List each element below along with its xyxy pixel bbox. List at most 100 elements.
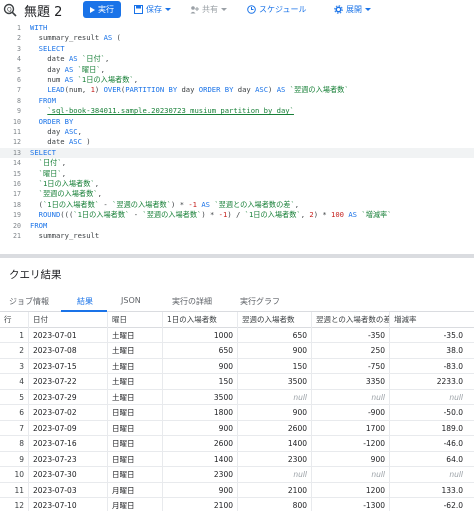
- code-line[interactable]: 18 (`1日の入場者数` - `翌週の入場者数`) * -1 AS `翌週との…: [0, 200, 474, 210]
- code-text: `1日の入場者数`,: [38, 179, 100, 188]
- code-line[interactable]: 16 `1日の入場者数`,: [0, 179, 474, 189]
- tab-job-info[interactable]: ジョブ情報: [9, 296, 49, 307]
- code-line[interactable]: 8 FROM: [0, 96, 474, 106]
- table-row[interactable]: 2 2023-07-08 土曜日 650 900 250 38.0: [0, 343, 474, 359]
- table-cell: null: [237, 389, 311, 405]
- code-line[interactable]: 14 `日付`,: [0, 158, 474, 168]
- column-header[interactable]: 翌週との入場者数の差: [311, 312, 389, 328]
- column-header[interactable]: 日付: [28, 312, 107, 328]
- table-row[interactable]: 8 2023-07-16 日曜日 2600 1400 -1200 -46.0: [0, 436, 474, 452]
- code-line[interactable]: 2 summary_result AS (: [0, 33, 474, 43]
- share-menu[interactable]: 共有: [190, 3, 227, 15]
- tab-execution-graph[interactable]: 実行グラフ: [240, 296, 280, 307]
- code-text: summary_result AS (: [30, 33, 121, 43]
- code-line[interactable]: 5 day AS `曜日`,: [0, 65, 474, 75]
- code-line[interactable]: 20 FROM: [0, 221, 474, 231]
- line-number: 5: [17, 65, 21, 74]
- line-number: 21: [13, 232, 21, 240]
- table-cell: 土曜日: [107, 358, 162, 374]
- table-cell: null: [311, 467, 389, 483]
- code-text: `曜日`,: [38, 168, 67, 178]
- code-line[interactable]: 10 ORDER BY: [0, 117, 474, 127]
- table-cell: 64.0: [389, 451, 467, 467]
- table-row[interactable]: 9 2023-07-23 日曜日 1400 2300 900 64.0: [0, 451, 474, 467]
- deploy-menu[interactable]: 展開: [334, 3, 371, 15]
- table-cell: null: [311, 389, 389, 405]
- table-cell: 2233.0: [389, 374, 467, 390]
- table-row[interactable]: 1 2023-07-01 土曜日 1000 650 -350 -35.0: [0, 327, 474, 343]
- table-row[interactable]: 4 2023-07-22 土曜日 150 3500 3350 2233.0: [0, 374, 474, 390]
- line-number: 19: [13, 211, 21, 220]
- code-line[interactable]: 15 `曜日`,: [0, 169, 474, 179]
- tab-results[interactable]: 結果: [77, 296, 93, 307]
- table-row[interactable]: 3 2023-07-15 土曜日 900 150 -750 -83.0: [0, 358, 474, 374]
- table-cell: 150: [162, 374, 237, 390]
- column-header[interactable]: 1日の入場者数: [162, 312, 237, 328]
- code-line[interactable]: 19 ROUND(((`1日の入場者数` - `翌週の入場者数`) * -1) …: [0, 210, 474, 220]
- schedule-button[interactable]: スケジュール: [247, 3, 306, 15]
- table-cell: 900: [237, 343, 311, 359]
- code-line[interactable]: 12 date ASC ): [0, 137, 474, 147]
- schedule-label: スケジュール: [259, 4, 307, 14]
- table-row[interactable]: 12 2023-07-10 月曜日 2100 800 -1300 -62.0: [0, 498, 474, 511]
- code-line[interactable]: 1 WITH: [0, 23, 474, 33]
- code-line[interactable]: 9 `sql-book-384011.sample.20230723_musiu…: [0, 106, 474, 116]
- table-cell: 2600: [162, 436, 237, 452]
- table-row[interactable]: 11 2023-07-03 月曜日 900 2100 1200 133.0: [0, 482, 474, 498]
- table-cell: 土曜日: [107, 374, 162, 390]
- table-row[interactable]: 10 2023-07-30 日曜日 2300 null null null: [0, 467, 474, 483]
- column-header[interactable]: 翌週の入場者数: [237, 312, 311, 328]
- table-row[interactable]: 7 2023-07-09 日曜日 900 2600 1700 189.0: [0, 420, 474, 436]
- table-cell: 土曜日: [107, 343, 162, 359]
- share-label: 共有: [202, 4, 218, 14]
- table-cell: 2023-07-15: [28, 358, 107, 374]
- tab-execution-details[interactable]: 実行の詳細: [172, 296, 212, 307]
- table-cell: 日曜日: [107, 405, 162, 421]
- table-cell: 1400: [162, 451, 237, 467]
- code-line[interactable]: 7 LEAD(num, 1) OVER(PARTITION BY day ORD…: [0, 85, 474, 95]
- panel-divider[interactable]: [0, 254, 474, 258]
- column-header[interactable]: 行: [0, 312, 28, 328]
- table-cell: 650: [162, 343, 237, 359]
- sql-editor[interactable]: 1 WITH 2 summary_result AS (3 SELECT 4 date…: [0, 20, 474, 248]
- tab-json[interactable]: JSON: [121, 296, 141, 305]
- code-line[interactable]: 17 `翌週の入場者数`,: [0, 189, 474, 199]
- line-number: 8: [17, 96, 21, 105]
- table-cell: 2023-07-10: [28, 498, 107, 511]
- table-cell: -35.0: [389, 327, 467, 343]
- table-cell: 土曜日: [107, 327, 162, 343]
- table-cell: -750: [311, 358, 389, 374]
- code-text: FROM: [30, 220, 48, 230]
- code-line[interactable]: 6 num AS `1日の入場者数`,: [0, 75, 474, 85]
- table-row[interactable]: 6 2023-07-02 日曜日 1800 900 -900 -50.0: [0, 405, 474, 421]
- save-menu[interactable]: 保存: [134, 3, 171, 15]
- table-cell: 900: [237, 405, 311, 421]
- code-line[interactable]: 21 summary_result: [0, 231, 474, 241]
- table-cell: 2023-07-01: [28, 327, 107, 343]
- code-text: SELECT: [30, 147, 56, 157]
- code-line[interactable]: 13 SELECT: [0, 147, 474, 159]
- table-cell: 900: [162, 420, 237, 436]
- table-cell: -46.0: [389, 436, 467, 452]
- run-button[interactable]: 実行: [83, 1, 121, 18]
- code-line[interactable]: 3 SELECT: [0, 44, 474, 54]
- table-cell: 2300: [162, 467, 237, 483]
- code-text: date ASC ): [30, 137, 91, 147]
- table-cell: 2300: [237, 451, 311, 467]
- chevron-down-icon: [365, 7, 371, 11]
- table-cell: null: [389, 389, 467, 405]
- query-title[interactable]: 無題 2: [24, 1, 62, 20]
- table-header: 行日付 曜日 1日の入場者数 翌週の入場者数 翌週との入場者数の差 増減率: [0, 312, 474, 328]
- code-line[interactable]: 11 day ASC,: [0, 127, 474, 137]
- table-cell: 38.0: [389, 343, 467, 359]
- column-header[interactable]: 増減率: [389, 312, 467, 328]
- run-label: 実行: [98, 5, 114, 14]
- line-number: 14: [13, 159, 21, 168]
- table-cell: -1200: [311, 436, 389, 452]
- column-header[interactable]: 曜日: [107, 312, 162, 328]
- table-cell: null: [389, 467, 467, 483]
- code-line[interactable]: 4 date AS `日付`,: [0, 54, 474, 64]
- line-number: 6: [17, 76, 21, 84]
- table-row[interactable]: 5 2023-07-29 土曜日 3500 null null null: [0, 389, 474, 405]
- table-cell: -50.0: [389, 405, 467, 421]
